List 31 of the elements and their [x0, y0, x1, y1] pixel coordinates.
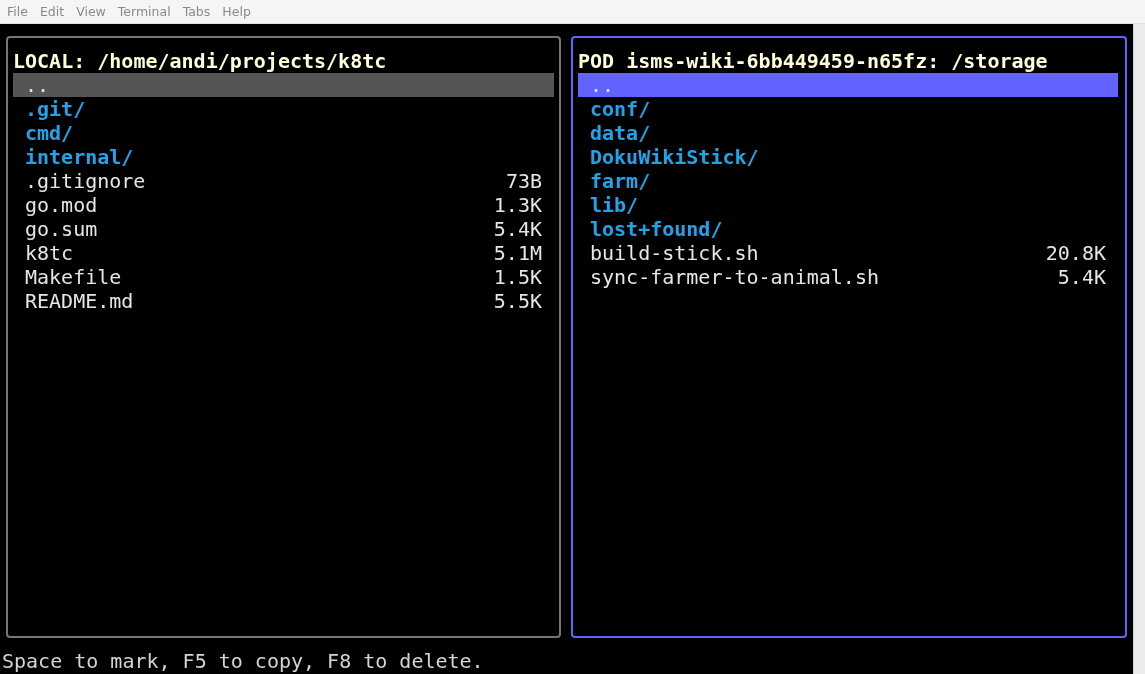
folder-row[interactable]: lost+found/	[578, 217, 1118, 241]
folder-row[interactable]: data/	[578, 121, 1118, 145]
folder-row[interactable]: .git/	[13, 97, 554, 121]
scrollbar[interactable]	[1133, 24, 1145, 674]
folder-row[interactable]: DokuWikiStick/	[578, 145, 1118, 169]
file-size: 5.4K	[1057, 265, 1106, 289]
panel-title: POD isms-wiki-6bb449459-n65fz: /storage	[578, 49, 1048, 73]
file-size: 73B	[505, 169, 542, 193]
file-row[interactable]: go.sum 5.4K	[13, 217, 554, 241]
file-size: 1.5K	[493, 265, 542, 289]
file-row[interactable]: go.mod 1.3K	[13, 193, 554, 217]
parent-folder-row[interactable]: ..	[13, 73, 554, 97]
parent-folder-row[interactable]: ..	[578, 73, 1118, 97]
file-size: 20.8K	[1045, 241, 1106, 265]
file-row[interactable]: k8tc 5.1M	[13, 241, 554, 265]
status-line: Space to mark, F5 to copy, F8 to delete.	[1, 649, 484, 673]
folder-row[interactable]: farm/	[578, 169, 1118, 193]
file-row[interactable]: .gitignore 73B	[13, 169, 554, 193]
file-row[interactable]: build-stick.sh 20.8K	[578, 241, 1118, 265]
file-size: 5.5K	[493, 289, 542, 313]
file-row[interactable]: Makefile 1.5K	[13, 265, 554, 289]
file-row[interactable]: sync-farmer-to-animal.sh 5.4K	[578, 265, 1118, 289]
file-size: 5.1M	[493, 241, 542, 265]
file-row[interactable]: README.md 5.5K	[13, 289, 554, 313]
file-size: 5.4K	[493, 217, 542, 241]
folder-row[interactable]: internal/	[13, 145, 554, 169]
file-size: 1.3K	[493, 193, 542, 217]
folder-row[interactable]: cmd/	[13, 121, 554, 145]
folder-row[interactable]: lib/	[578, 193, 1118, 217]
panel-title: LOCAL: /home/andi/projects/k8tc	[13, 49, 387, 73]
folder-row[interactable]: conf/	[578, 97, 1118, 121]
